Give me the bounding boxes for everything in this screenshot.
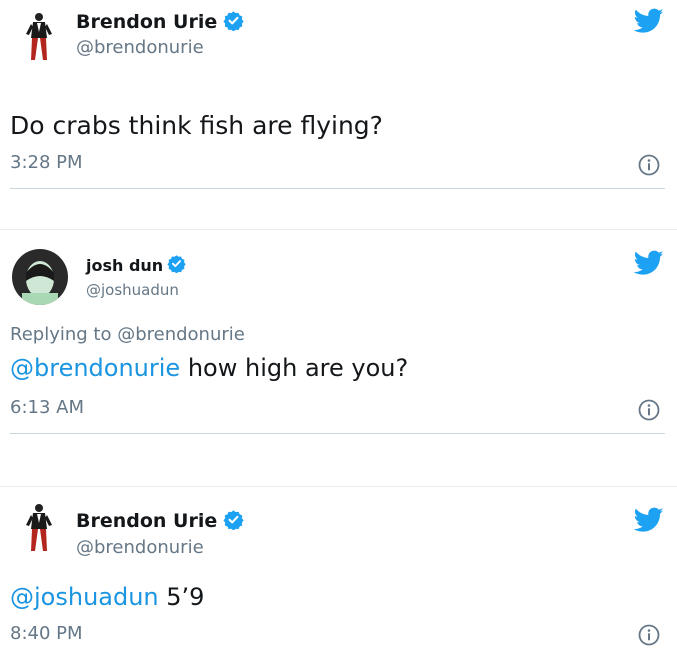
tweet-card[interactable]: Brendon Urie @brendonurie @joshuadun 5’9… xyxy=(0,486,677,652)
avatar[interactable] xyxy=(12,249,68,305)
brendon-avatar-icon xyxy=(26,13,52,60)
twitter-bird-icon[interactable] xyxy=(633,250,664,280)
twitter-bird-icon[interactable] xyxy=(633,8,664,38)
divider xyxy=(10,188,665,189)
twitter-bird-icon[interactable] xyxy=(633,507,664,537)
avatar[interactable] xyxy=(16,10,62,64)
tweet-card[interactable]: josh dun @joshuadun Replying to @brendon… xyxy=(0,229,677,487)
replying-to-label[interactable]: Replying to @brendonurie xyxy=(10,324,245,345)
info-icon[interactable] xyxy=(638,399,660,421)
info-icon[interactable] xyxy=(638,154,660,176)
verified-icon xyxy=(167,254,186,277)
handle[interactable]: @brendonurie xyxy=(76,537,204,558)
tweet-text: @brendonurie how high are you? xyxy=(10,354,408,382)
tweet-text: Do crabs think fish are flying? xyxy=(10,111,383,140)
display-name[interactable]: Brendon Urie xyxy=(76,11,217,33)
tweet-body: 5’9 xyxy=(166,583,205,611)
avatar[interactable] xyxy=(16,501,62,555)
handle[interactable]: @joshuadun xyxy=(86,281,179,299)
brendon-avatar-icon xyxy=(26,504,52,551)
tweet-card[interactable]: Brendon Urie @brendonurie Do crabs think… xyxy=(0,0,677,229)
timestamp[interactable]: 8:40 PM xyxy=(10,623,83,644)
divider xyxy=(10,433,665,434)
mention-link[interactable]: @joshuadun xyxy=(10,583,159,611)
handle[interactable]: @brendonurie xyxy=(76,37,204,58)
josh-avatar-icon xyxy=(12,249,68,305)
tweet-body: how high are you? xyxy=(187,354,409,382)
tweet-text: @joshuadun 5’9 xyxy=(10,583,204,611)
mention-link[interactable]: @brendonurie xyxy=(10,354,180,382)
verified-icon xyxy=(223,10,244,35)
display-name[interactable]: Brendon Urie xyxy=(76,510,217,532)
timestamp[interactable]: 3:28 PM xyxy=(10,152,83,173)
verified-icon xyxy=(223,509,244,534)
timestamp[interactable]: 6:13 AM xyxy=(10,397,84,418)
display-name[interactable]: josh dun xyxy=(86,256,163,275)
info-icon[interactable] xyxy=(638,624,660,646)
